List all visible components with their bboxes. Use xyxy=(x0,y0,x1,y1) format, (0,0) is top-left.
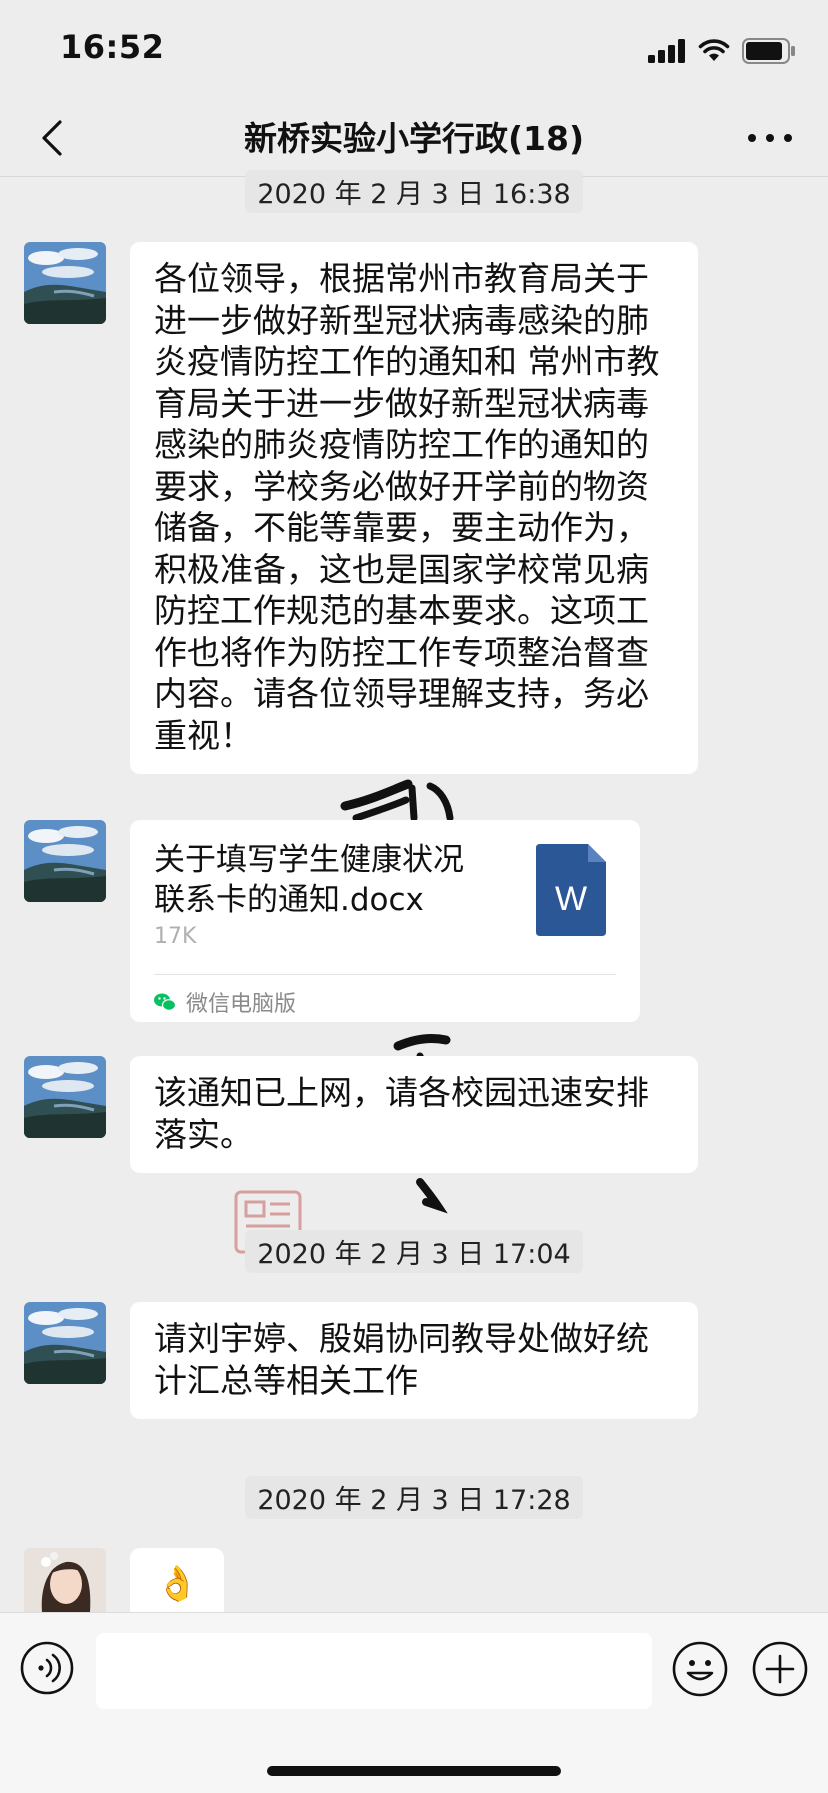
ok-hand-emoji: 👌 xyxy=(156,1564,199,1604)
wifi-icon xyxy=(698,39,730,61)
avatar[interactable] xyxy=(24,1548,106,1612)
emoji-message-bubble[interactable]: 👌 xyxy=(130,1548,224,1612)
landscape-avatar-image xyxy=(24,242,106,324)
status-time: 16:52 xyxy=(60,28,165,66)
battery-icon xyxy=(742,38,795,64)
timestamp-label: 2020 年 2 月 3 日 16:38 xyxy=(245,170,583,213)
message-text: 请刘宇婷、殷娟协同教导处做好统计汇总等相关工作 xyxy=(154,1319,649,1400)
more-functions-button[interactable] xyxy=(752,1641,808,1697)
file-source: 微信电脑版 xyxy=(154,986,296,1018)
landscape-avatar-image xyxy=(24,1056,106,1138)
voice-icon xyxy=(20,1641,74,1695)
home-indicator[interactable] xyxy=(267,1766,561,1776)
timestamp-label: 2020 年 2 月 3 日 17:04 xyxy=(245,1230,583,1273)
message-text: 该通知已上网，请各校园迅速安排落实。 xyxy=(154,1073,649,1154)
file-divider xyxy=(154,974,616,975)
more-dots-icon xyxy=(748,134,792,142)
timestamp: 2020 年 2 月 3 日 17:04 xyxy=(0,1230,828,1273)
voice-button[interactable] xyxy=(20,1641,74,1695)
more-button[interactable] xyxy=(744,120,796,156)
message-bubble[interactable]: 各位领导，根据常州市教育局关于进一步做好新型冠状病毒感染的肺炎疫情防控工作的通知… xyxy=(130,242,698,774)
timestamp-label: 2020 年 2 月 3 日 17:28 xyxy=(245,1476,583,1519)
smiley-icon xyxy=(672,1641,728,1697)
timestamp: 2020 年 2 月 3 日 17:28 xyxy=(0,1476,828,1519)
file-name: 关于填写学生健康状况联系卡的通知.docx xyxy=(154,842,464,918)
cellular-signal-icon xyxy=(648,39,685,63)
file-message-card[interactable]: 关于填写学生健康状况联系卡的通知.docx 17K W 微信电脑版 xyxy=(130,820,640,1022)
avatar[interactable] xyxy=(24,242,106,324)
nav-bar: 新桥实验小学行政(18) xyxy=(0,100,828,177)
message-bubble[interactable]: 该通知已上网，请各校园迅速安排落实。 xyxy=(130,1056,698,1173)
word-document-icon: W xyxy=(536,844,606,936)
timestamp: 2020 年 2 月 3 日 16:38 xyxy=(0,170,828,213)
landscape-avatar-image xyxy=(24,820,106,902)
avatar[interactable] xyxy=(24,1056,106,1138)
landscape-avatar-image xyxy=(24,1302,106,1384)
message-bubble[interactable]: 请刘宇婷、殷娟协同教导处做好统计汇总等相关工作 xyxy=(130,1302,698,1419)
status-bar: 16:52 xyxy=(0,0,828,100)
portrait-avatar-image xyxy=(24,1548,106,1612)
plus-icon xyxy=(752,1641,808,1697)
message-text: 各位领导，根据常州市教育局关于进一步做好新型冠状病毒感染的肺炎疫情防控工作的通知… xyxy=(154,259,660,755)
chat-title: 新桥实验小学行政(18) xyxy=(243,119,585,158)
message-input[interactable] xyxy=(96,1633,652,1709)
file-size: 17K xyxy=(154,924,197,949)
wechat-icon xyxy=(154,993,176,1011)
status-icons xyxy=(648,36,796,66)
emoji-button[interactable] xyxy=(672,1641,728,1697)
avatar[interactable] xyxy=(24,820,106,902)
avatar[interactable] xyxy=(24,1302,106,1384)
file-source-label: 微信电脑版 xyxy=(186,992,297,1017)
svg-text:W: W xyxy=(555,880,587,918)
